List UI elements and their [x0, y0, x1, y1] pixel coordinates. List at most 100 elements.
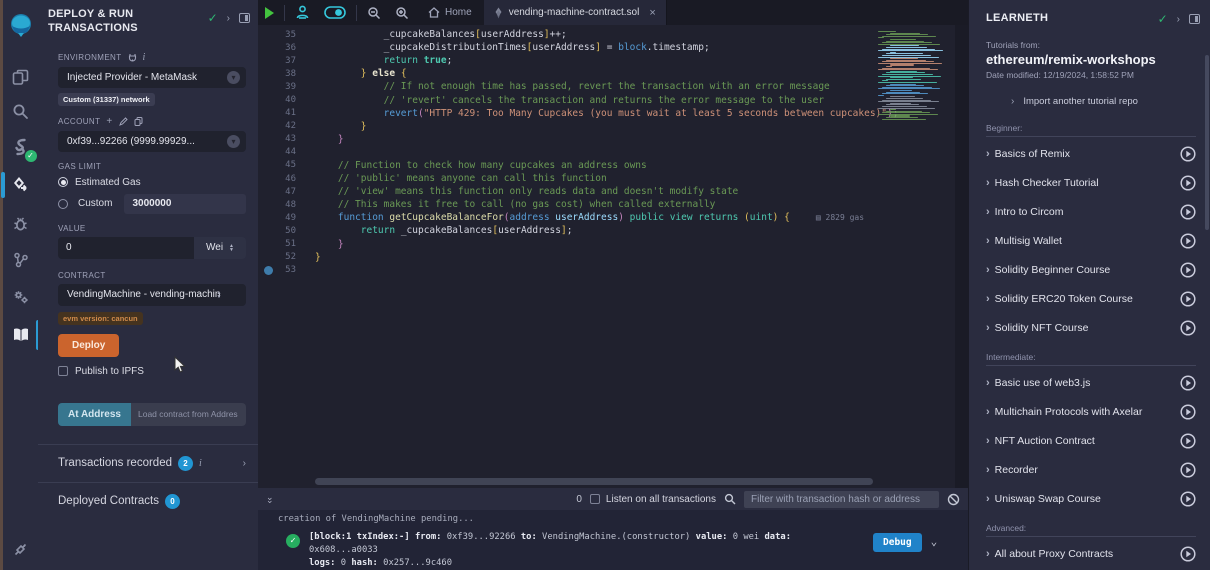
tab-vending-machine-contract[interactable]: vending-machine-contract.sol × [484, 0, 667, 25]
tutorial-play-button[interactable] [1180, 404, 1196, 420]
account-icon[interactable]: ▾ [227, 135, 240, 148]
code-line: 46 // 'public' means anyone can call thi… [258, 172, 898, 185]
learneth-status-check-icon: ✓ [1158, 12, 1168, 26]
tutorial-item[interactable]: ›Multichain Protocols with Axelar [986, 397, 1196, 426]
transactions-info-icon[interactable]: i [199, 458, 202, 469]
tutorial-play-button[interactable] [1180, 433, 1196, 449]
tutorial-play-button[interactable] [1180, 546, 1196, 562]
tutorial-play-button[interactable] [1180, 146, 1196, 162]
estimated-gas-radio[interactable] [58, 177, 68, 187]
tutorial-item[interactable]: ›Solidity NFT Course [986, 313, 1196, 342]
learneth-scrollbar[interactable] [1205, 55, 1209, 230]
tutorial-play-button[interactable] [1180, 462, 1196, 478]
evm-version-badge: evm version: cancun [58, 312, 143, 325]
panel-expand-icon[interactable]: › [227, 13, 230, 24]
file-explorer-icon[interactable] [4, 60, 38, 94]
settings-icon[interactable] [4, 280, 38, 314]
tutorial-item[interactable]: ›Solidity ERC20 Token Course [986, 284, 1196, 313]
tab-home[interactable]: Home [416, 0, 484, 25]
breakpoint-dot[interactable] [264, 266, 273, 275]
section-label: Advanced: [986, 513, 1196, 537]
tutorial-item[interactable]: ›Hash Checker Tutorial [986, 168, 1196, 197]
terminal-toolbar: ⌄⌄ 0 Listen on all transactions Filter w… [258, 488, 968, 510]
at-address-button[interactable]: At Address [58, 403, 131, 426]
learneth-plugin-icon[interactable] [4, 318, 38, 352]
terminal-log: creation of VendingMachine pending... ✓ … [258, 510, 968, 570]
deploy-run-icon[interactable] [4, 168, 38, 202]
listen-all-transactions-label: Listen on all transactions [606, 494, 716, 505]
source-control-icon[interactable] [4, 243, 38, 277]
tutorial-item[interactable]: ›Solidity Beginner Course [986, 255, 1196, 284]
plugin-connector-icon[interactable] [4, 532, 38, 566]
copilot-toggle[interactable] [317, 0, 353, 25]
at-address-input[interactable]: Load contract from Addres [131, 403, 246, 426]
tutorial-play-button[interactable] [1180, 204, 1196, 220]
transactions-expand-icon[interactable]: › [243, 458, 246, 469]
tutorial-item[interactable]: ›Intro to Circom [986, 197, 1196, 226]
debugger-icon[interactable] [4, 206, 38, 240]
solidity-compiler-icon[interactable]: ✓ [4, 130, 38, 164]
tutorial-item[interactable]: ›Basics of Remix [986, 139, 1196, 168]
custom-gas-input[interactable]: 3000000 [124, 194, 246, 214]
zoom-out-icon[interactable] [360, 0, 388, 25]
tutorial-item[interactable]: ›Basic use of web3.js [986, 368, 1196, 397]
value-unit-select[interactable]: Wei ▲▼ [194, 237, 246, 259]
listen-all-transactions-checkbox[interactable] [590, 494, 600, 504]
tutorial-play-button[interactable] [1180, 262, 1196, 278]
tutorial-play-button[interactable] [1180, 233, 1196, 249]
copy-account-icon[interactable] [134, 117, 143, 126]
tutorial-play-button[interactable] [1180, 375, 1196, 391]
account-select[interactable]: 0xf39...92266 (9999.99929... ▾ [58, 131, 246, 152]
deploy-button[interactable]: Deploy [58, 334, 119, 357]
environment-select[interactable]: Injected Provider - MetaMask ▾ [58, 67, 246, 88]
editor-minimap[interactable] [876, 31, 954, 127]
value-input[interactable]: 0 [58, 237, 194, 259]
unit-stepper-icon[interactable]: ▲▼ [229, 244, 234, 252]
code-line: 52} [258, 251, 898, 264]
code-line: 37 return true; [258, 54, 898, 67]
learneth-expand-icon[interactable]: › [1177, 14, 1180, 25]
edit-account-icon[interactable] [119, 117, 128, 126]
tutorial-play-button[interactable] [1180, 320, 1196, 336]
horizontal-scrollbar[interactable] [315, 478, 873, 485]
close-tab-icon[interactable]: × [649, 7, 655, 19]
tutorial-play-button[interactable] [1180, 491, 1196, 507]
tutorial-item[interactable]: ›Recorder [986, 455, 1196, 484]
remix-ai-assistant-button[interactable] [288, 0, 317, 25]
publish-ipfs-checkbox[interactable] [58, 366, 68, 376]
code-line: 49 function getCupcakeBalanceFor(address… [258, 211, 898, 224]
environment-info-icon[interactable]: i [143, 52, 146, 63]
search-icon[interactable] [4, 94, 38, 128]
panel-pin-icon[interactable] [239, 13, 250, 23]
code-line: 44 [258, 146, 898, 159]
remix-logo-icon[interactable] [4, 8, 38, 42]
environment-settings-icon[interactable]: ▾ [227, 71, 240, 84]
transaction-log-entry[interactable]: ✓ [block:1 txIndex:-] from: 0xf39...9226… [278, 531, 968, 570]
tutorial-play-button[interactable] [1180, 291, 1196, 307]
tutorial-item[interactable]: ›Multisig Wallet [986, 226, 1196, 255]
chevron-right-icon: › [986, 206, 990, 218]
debug-button[interactable]: Debug [873, 533, 922, 552]
code-editor[interactable]: 35 _cupcakeBalances[userAddress]++;36 _c… [258, 25, 968, 488]
tutorial-item[interactable]: ›All about Proxy Contracts [986, 539, 1196, 568]
remix-ide-window: ✓ DEPLOY & RUN TRANSACTIONS ✓ › [0, 0, 1210, 570]
tutorial-play-button[interactable] [1180, 175, 1196, 191]
editor-area: Home vending-machine-contract.sol × 35 _… [258, 0, 968, 570]
deployed-contracts-row[interactable]: Deployed Contracts 0 [38, 483, 258, 520]
terminal-panel: ⌄⌄ 0 Listen on all transactions Filter w… [258, 488, 968, 570]
contract-select[interactable]: VendingMachine - vending-machin ▲▼ [58, 284, 246, 306]
transactions-recorded-row[interactable]: Transactions recorded 2 i › [38, 444, 258, 483]
expand-tx-icon[interactable]: ⌄ [931, 535, 938, 548]
code-line: 39 // If not enough time has passed, rev… [258, 80, 898, 93]
custom-gas-radio[interactable] [58, 199, 68, 209]
transaction-filter-input[interactable]: Filter with transaction hash or address [744, 491, 939, 508]
run-script-button[interactable] [258, 0, 281, 25]
tutorial-item[interactable]: ›NFT Auction Contract [986, 426, 1196, 455]
add-account-icon[interactable]: + [106, 116, 112, 127]
import-tutorial-repo[interactable]: › Import another tutorial repo [1011, 96, 1193, 107]
zoom-in-icon[interactable] [388, 0, 416, 25]
expand-terminal-icon[interactable]: ⌄⌄ [266, 494, 273, 504]
tutorial-item[interactable]: ›Uniswap Swap Course [986, 484, 1196, 513]
clear-console-icon[interactable] [947, 493, 960, 506]
learneth-pin-icon[interactable] [1189, 14, 1200, 24]
